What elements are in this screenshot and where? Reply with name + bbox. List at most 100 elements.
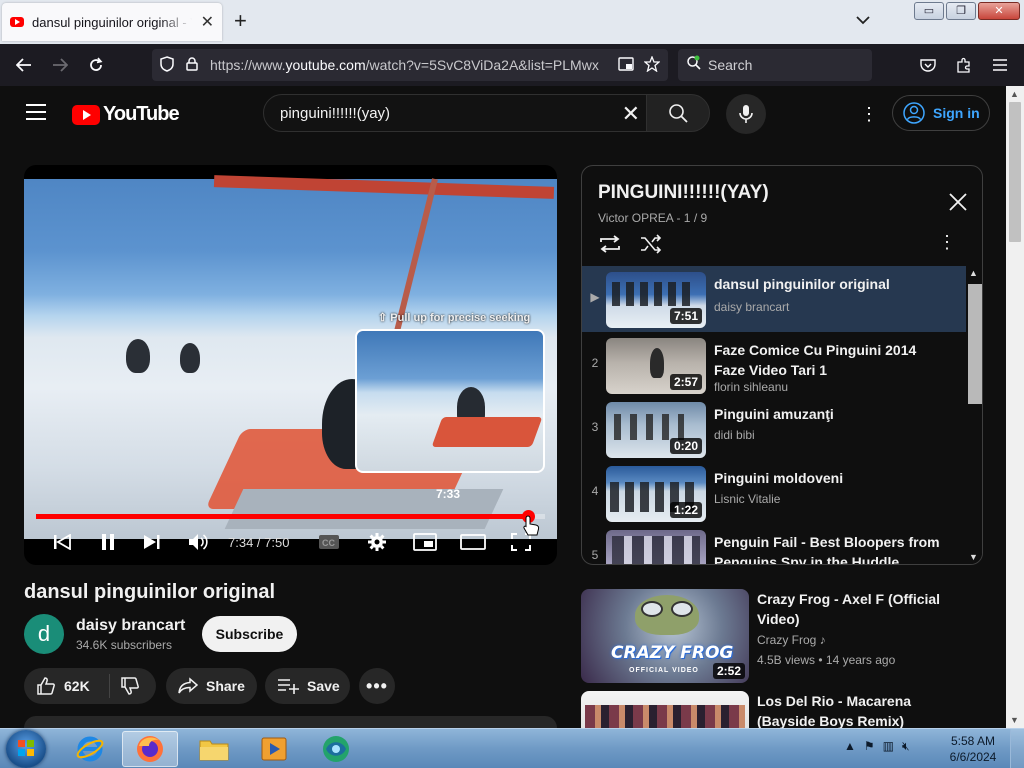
playlist-item-channel: florin sihleanu [714,380,789,394]
picture-in-picture-icon[interactable] [618,56,634,74]
start-button[interactable] [6,730,46,768]
svg-text:CC: CC [322,538,335,548]
extensions-puzzle-icon[interactable] [946,47,982,83]
seek-hint: ⇧ Pull up for precise seeking [378,312,531,324]
next-icon[interactable] [140,527,164,557]
theater-mode-icon[interactable] [460,527,486,557]
tab-close-icon[interactable]: ✕ [201,12,214,32]
address-bar[interactable]: https://www.youtube.com/watch?v=5SvC8ViD… [152,49,668,81]
related-video-channel: Crazy Frog ♪ [757,633,826,647]
playlist-panel: PINGUINI!!!!!!(YAY) Victor OPREA - 1 / 9… [581,165,983,565]
playlist-item-title: Pinguini amuzanţi [714,406,834,422]
bookmark-star-icon[interactable] [643,54,661,75]
show-desktop-button[interactable] [1010,729,1024,768]
playlist-title[interactable]: PINGUINI!!!!!!(YAY) [598,182,769,204]
file-explorer-taskbar-icon[interactable] [186,731,242,767]
page-scroll-up-icon[interactable]: ▲ [1010,89,1019,99]
playlist-item-index: 2 [591,356,599,370]
hamburger-menu-icon[interactable] [982,47,1018,83]
pause-icon[interactable] [96,527,120,557]
playlist-close-icon[interactable] [948,192,968,218]
sign-in-button[interactable]: Sign in [892,95,990,131]
playlist-item-thumbnail: 7:51 [606,272,706,328]
related-video[interactable]: CRAZY FROG OFFICIAL VIDEO 2:52 Crazy Fro… [581,589,983,685]
action-center-flag-icon[interactable]: ⚑ [864,739,875,754]
more-actions-button[interactable]: ••• [359,668,395,704]
playlist-item-index: 5 [591,548,599,562]
share-icon [178,677,198,694]
media-player-taskbar-icon[interactable] [246,731,302,767]
internet-explorer-taskbar-icon[interactable] [62,731,118,767]
clear-search-icon[interactable]: ✕ [622,101,640,127]
playlist-item[interactable]: 5 Penguin Fail - Best Bloopers from Peng… [582,524,966,564]
forward-arrow-icon[interactable] [42,47,78,83]
channel-avatar[interactable]: d [24,614,64,654]
app-taskbar-icon[interactable] [308,731,364,767]
subscribe-button[interactable]: Subscribe [202,616,297,652]
pocket-icon[interactable] [910,47,946,83]
related-video[interactable]: Los Del Rio - Macarena (Bayside Boys Rem… [581,691,983,728]
description-box[interactable] [24,716,557,728]
like-count: 62K [64,678,90,694]
playlist-more-icon[interactable]: ⋮ [938,232,956,253]
settings-more-icon[interactable]: ⋮ [860,104,878,125]
playlist-item[interactable]: 2 2:57 Faze Comice Cu Pinguini 2014 Faze… [582,332,966,398]
miniplayer-icon[interactable] [412,527,438,557]
firefox-taskbar-icon[interactable] [122,731,178,767]
youtube-logo[interactable]: YouTube [72,103,180,126]
playlist-scrollbar[interactable]: ▲ ▼ [966,266,982,564]
volume-icon[interactable] [186,527,212,557]
url-text[interactable]: https://www.youtube.com/watch?v=5SvC8ViD… [210,57,602,73]
loop-icon[interactable] [598,234,622,259]
dislike-button[interactable] [110,676,140,696]
show-hidden-icons-icon[interactable]: ▲ [844,739,856,754]
scroll-down-arrow-icon[interactable]: ▼ [969,552,978,562]
browser-search-field[interactable]: Search [678,49,872,81]
page-scroll-thumb[interactable] [1009,102,1021,242]
youtube-search-input[interactable]: pinguini!!!!!!(yay) ✕ [263,94,647,132]
close-window-button[interactable]: ✕ [978,2,1020,20]
like-button[interactable]: 62K [24,674,110,698]
volume-muted-icon[interactable]: 🔇︎ [902,739,910,754]
browser-tab-youtube[interactable]: dansul pinguinilor original - YouTube ✕ [2,3,222,41]
share-button[interactable]: Share [166,668,257,704]
settings-gear-icon[interactable] [364,527,390,557]
playlist-item-duration: 0:20 [669,438,702,454]
page-scrollbar[interactable]: ▲ ▼ [1006,86,1024,728]
related-video-meta: 4.5B views • 14 years ago [757,653,896,667]
clock-date: 6/6/2024 [949,750,997,764]
previous-icon[interactable] [50,527,74,557]
minimize-button[interactable]: ▭ [914,2,944,20]
captions-icon[interactable]: CC [316,527,342,557]
reload-icon[interactable] [78,47,114,83]
video-player[interactable]: ⇧ Pull up for precise seeking 7:33 7:34 … [24,165,557,565]
list-all-tabs-chevron-icon[interactable] [856,12,870,28]
playlist-item[interactable]: ▶ 7:51 dansul pinguinilor original daisy… [582,266,966,332]
page-scroll-down-icon[interactable]: ▼ [1010,715,1019,725]
new-tab-button[interactable]: + [234,10,247,32]
shuffle-icon[interactable] [640,234,662,259]
guide-menu-icon[interactable] [26,104,46,125]
save-button[interactable]: Save [265,668,350,704]
browser-search-placeholder: Search [708,57,753,73]
playlist-item-channel: daisy brancart [714,300,790,314]
playlist-item[interactable]: 3 0:20 Pinguini amuzanţi didi bibi [582,396,966,462]
related-video-thumbnail [581,691,749,728]
channel-name[interactable]: daisy brancart [76,617,185,635]
voice-search-button[interactable] [726,94,766,134]
playlist-item[interactable]: 4 1:22 Pinguini moldoveni Lisnic Vitalie [582,460,966,526]
progress-bar[interactable] [36,510,545,523]
preview-chair [431,417,543,447]
network-icon[interactable]: ▥ [883,739,894,754]
thumbs-up-icon [37,677,55,695]
microphone-icon [739,105,753,123]
restore-button[interactable]: ❐ [946,2,976,20]
search-button[interactable] [646,94,710,132]
lock-icon[interactable] [186,56,198,74]
back-arrow-icon[interactable] [6,47,42,83]
clock-time: 5:58 AM [950,734,996,748]
scroll-up-arrow-icon[interactable]: ▲ [969,268,978,278]
system-clock[interactable]: 5:58 AM 6/6/2024 [946,733,1000,765]
playlist-scroll-thumb[interactable] [968,284,982,404]
tracking-shield-icon[interactable] [160,55,174,75]
